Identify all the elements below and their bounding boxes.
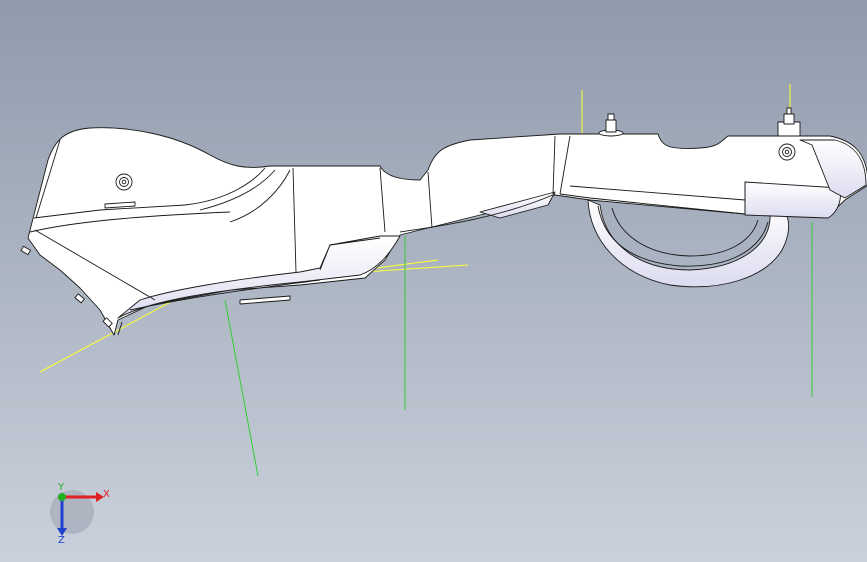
cad-viewport[interactable]: X Y Z [0,0,867,562]
screw-right [778,143,796,161]
right-skirt [744,181,841,219]
screw-left [115,173,133,191]
